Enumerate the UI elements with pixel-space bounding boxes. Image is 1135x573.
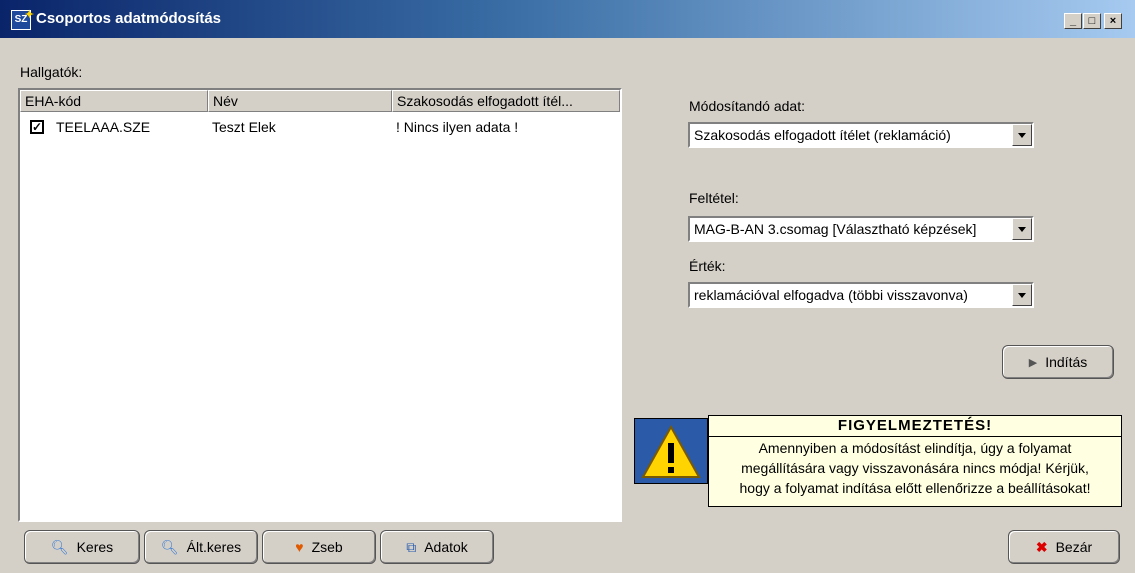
data-button[interactable]: ⧉ Adatok — [380, 530, 494, 564]
students-list[interactable]: EHA-kód Név Szakosodás elfogadott ítél..… — [18, 88, 622, 522]
warning-box: FIGYELMEZTETÉS! Amennyiben a módosítást … — [708, 415, 1122, 507]
window-title: Csoportos adatmódosítás — [36, 10, 222, 27]
magnifier-icon: 🔍︎ — [50, 538, 69, 555]
value-select[interactable]: reklamációval elfogadva (többi visszavon… — [688, 282, 1034, 308]
app-icon: SZ ✦ — [11, 9, 34, 30]
close-button[interactable]: ✖ Bezár — [1008, 530, 1120, 564]
row-code[interactable]: TEELAAA.SZE — [56, 116, 150, 138]
close-x-icon: ✖ — [1035, 538, 1048, 555]
condition-select[interactable]: MAG-B-AN 3.csomag [Választható képzések] — [688, 216, 1034, 242]
modify-field-select[interactable]: Szakosodás elfogadott ítélet (reklamáció… — [688, 122, 1034, 148]
column-header-code[interactable]: EHA-kód — [20, 90, 208, 112]
warning-icon — [634, 418, 708, 484]
maximize-button[interactable]: □ — [1083, 13, 1101, 29]
row-name[interactable]: Teszt Elek — [212, 116, 276, 138]
students-label: Hallgatók: — [20, 64, 83, 80]
close-window-button[interactable]: × — [1104, 13, 1122, 29]
play-icon: ▶ — [1028, 356, 1038, 369]
warning-title: FIGYELMEZTETÉS! — [709, 416, 1121, 437]
pocket-button[interactable]: ♥ Zseb — [262, 530, 376, 564]
row-value[interactable]: ! Nincs ilyen adata ! — [396, 116, 518, 138]
copy-icon: ⧉ — [406, 538, 417, 555]
minimize-button[interactable]: _ — [1064, 13, 1082, 29]
title-bar[interactable]: SZ ✦ Csoportos adatmódosítás _ □ × — [0, 0, 1135, 38]
dropdown-arrow-icon[interactable] — [1012, 284, 1032, 306]
pocket-icon: ♥ — [295, 539, 304, 555]
start-button[interactable]: ▶ Indítás — [1002, 345, 1114, 379]
search-button[interactable]: 🔍︎ Keres — [24, 530, 140, 564]
dropdown-arrow-icon[interactable] — [1012, 124, 1032, 146]
column-header-name[interactable]: Név — [208, 90, 392, 112]
condition-label: Feltétel: — [689, 190, 739, 206]
magnifier-icon: 🔍︎ — [160, 538, 179, 555]
dropdown-arrow-icon[interactable] — [1012, 218, 1032, 240]
general-search-button[interactable]: 🔍︎ Ált.keres — [144, 530, 258, 564]
row-checkbox[interactable]: ✓ — [30, 120, 44, 134]
modify-field-label: Módosítandó adat: — [689, 98, 805, 114]
warning-text: Amennyiben a módosítást elindítja, úgy a… — [739, 440, 1091, 496]
column-header-specialization[interactable]: Szakosodás elfogadott ítél... — [392, 90, 620, 112]
value-label: Érték: — [689, 258, 726, 274]
